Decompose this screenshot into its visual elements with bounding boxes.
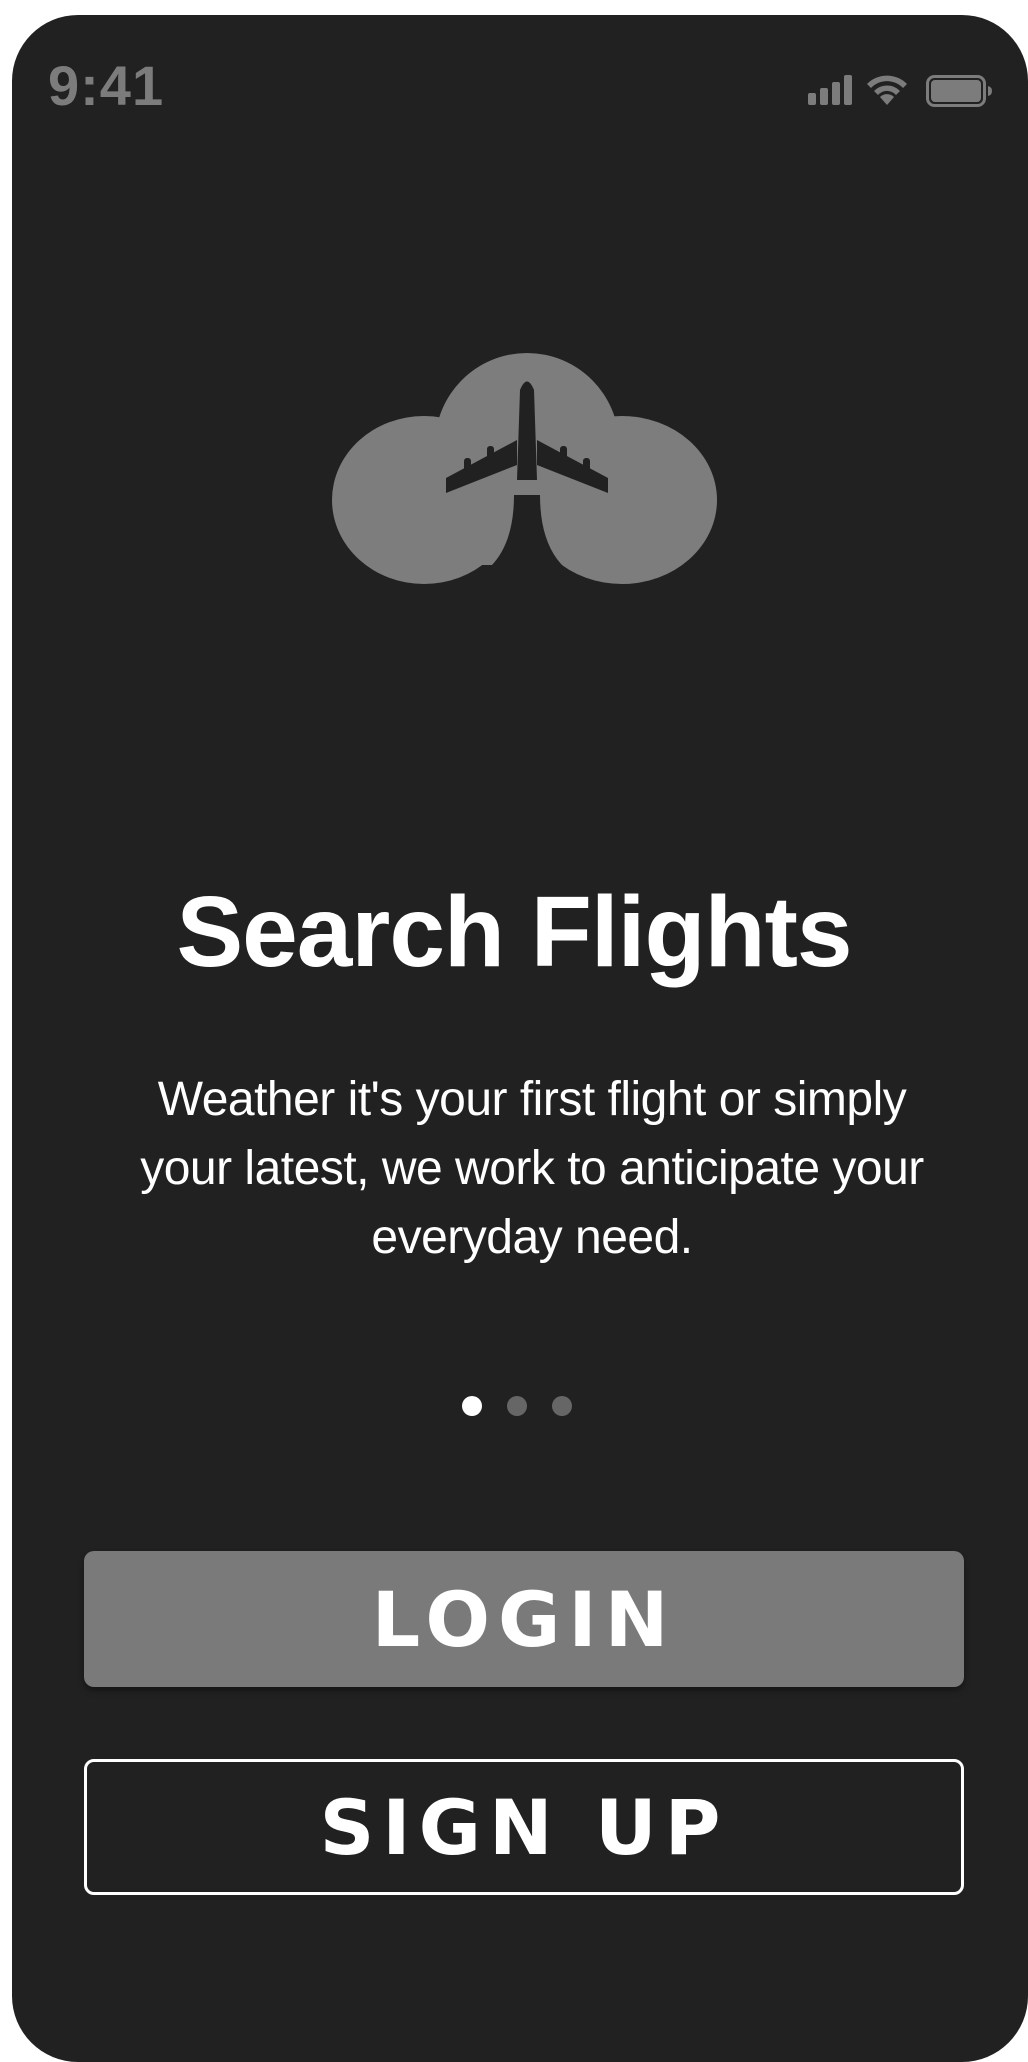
signal-icon — [808, 75, 852, 105]
login-button[interactable]: LOGIN — [84, 1551, 964, 1687]
page-title: Search Flights — [176, 876, 852, 988]
status-icons — [808, 71, 1028, 111]
page-dot-3[interactable] — [552, 1396, 572, 1416]
status-time: 9:41 — [48, 54, 165, 117]
status-bar: 9:41 — [12, 15, 1028, 125]
battery-icon — [926, 75, 992, 107]
sign-up-button[interactable]: SIGN UP — [84, 1759, 964, 1895]
wifi-icon — [867, 75, 907, 105]
phone-screen: 9:41 Search Flights Weather it's your fi… — [12, 15, 1028, 2062]
page-description: Weather it's your first flight or simply… — [140, 1073, 924, 1264]
cloud-airplane-logo-icon — [332, 353, 717, 605]
page-dot-1[interactable] — [462, 1396, 482, 1416]
page-indicator — [462, 1396, 592, 1418]
page-dot-2[interactable] — [507, 1396, 527, 1416]
